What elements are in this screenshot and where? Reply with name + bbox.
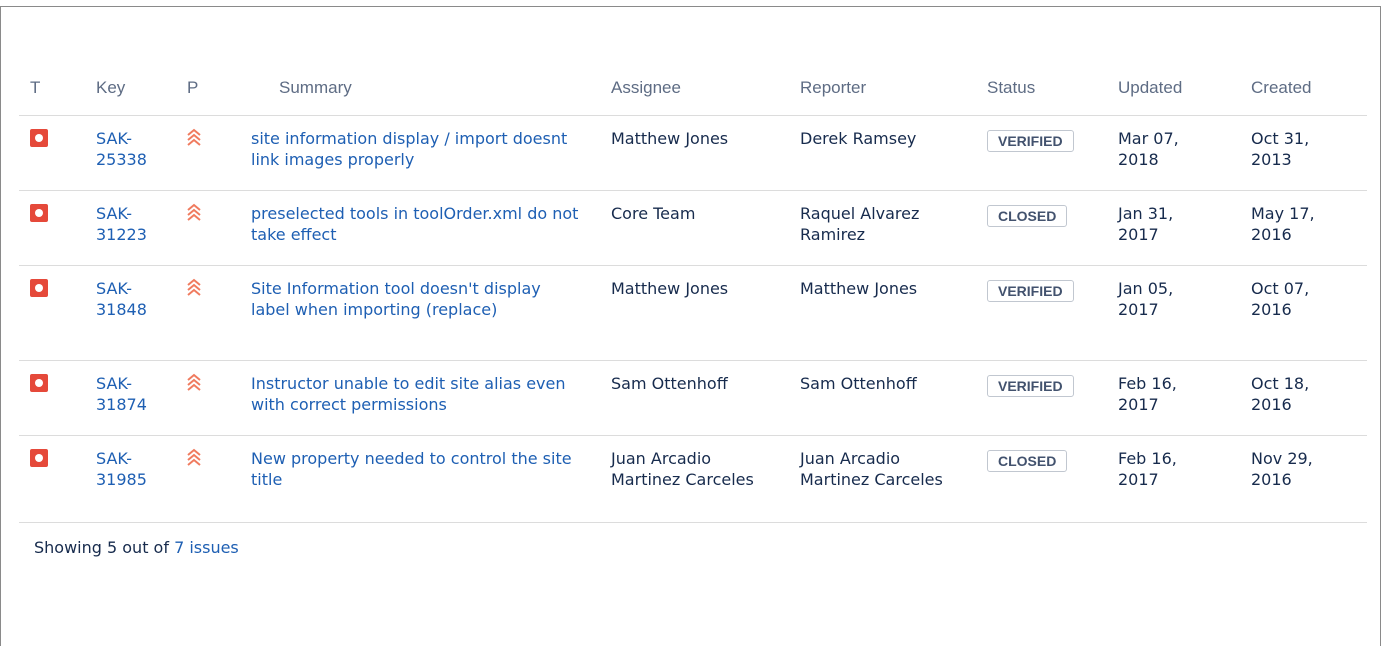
bug-icon[interactable] [30,449,48,467]
status-badge: CLOSED [987,450,1068,472]
table-row[interactable]: SAK- 31848 Site Information tool doesn't d… [19,266,1367,361]
priority-major-icon[interactable] [186,278,202,296]
priority-major-icon[interactable] [186,128,202,146]
col-status[interactable]: Status [987,78,1035,98]
created-date: Oct 18, 2016 [1251,374,1310,414]
col-updated[interactable]: Updated [1118,78,1182,98]
issue-key-link[interactable]: SAK- 31848 [96,278,168,320]
issue-type-cell [30,128,48,151]
issue-key-link[interactable]: SAK- 31223 [96,203,168,245]
col-type[interactable]: T [30,78,40,98]
issues-table: T Key P Summary Assignee Reporter Status… [19,66,1367,523]
issue-type-cell [30,203,48,226]
status-badge: VERIFIED [987,130,1074,152]
created-date: Nov 29, 2016 [1251,449,1313,489]
created-date: Oct 07, 2016 [1251,279,1310,319]
issue-key-prefix: SAK- [96,374,132,393]
updated-date: Mar 07, 2018 [1118,129,1179,169]
status-badge: VERIFIED [987,375,1074,397]
updated-date: Jan 05, 2017 [1118,279,1174,319]
status-badge: VERIFIED [987,280,1074,302]
results-count-text: Showing 5 out of [34,538,175,557]
reporter-name: Juan Arcadio Martinez Carceles [800,449,943,489]
reporter-name: Derek Ramsey [800,129,917,148]
bug-icon[interactable] [30,204,48,222]
assignee-name: Matthew Jones [611,129,729,148]
status-cell: VERIFIED [987,130,1074,152]
issue-summary-link[interactable]: Site Information tool doesn't display la… [251,278,581,320]
issue-summary-link[interactable]: Instructor unable to edit site alias eve… [251,373,581,415]
status-cell: CLOSED [987,450,1068,472]
issue-key-prefix: SAK- [96,129,132,148]
issue-summary-link[interactable]: site information display / import doesnt… [251,128,581,170]
issue-type-cell [30,448,48,471]
bug-icon[interactable] [30,129,48,147]
issue-key-number: 31985 [96,470,147,489]
table-header: T Key P Summary Assignee Reporter Status… [19,66,1367,116]
issue-key-number: 31848 [96,300,147,319]
issue-type-cell [30,278,48,301]
issue-key-number: 25338 [96,150,147,169]
reporter-name: Sam Ottenhoff [800,374,917,393]
issue-type-cell [30,373,48,396]
created-date: May 17, 2016 [1251,204,1315,244]
updated-date: Feb 16, 2017 [1118,374,1177,414]
col-summary[interactable]: Summary [279,78,352,98]
col-created[interactable]: Created [1251,78,1311,98]
created-date: Oct 31, 2013 [1251,129,1310,169]
assignee-name: Matthew Jones [611,279,729,298]
bug-icon[interactable] [30,374,48,392]
issue-summary-link[interactable]: New property needed to control the site … [251,448,581,490]
issue-key-prefix: SAK- [96,279,132,298]
col-reporter[interactable]: Reporter [800,78,866,98]
issue-key-prefix: SAK- [96,449,132,468]
issue-key-number: 31874 [96,395,147,414]
reporter-name: Raquel Alvarez Ramirez [800,204,920,244]
assignee-name: Sam Ottenhoff [611,374,728,393]
status-cell: VERIFIED [987,280,1074,302]
priority-major-icon[interactable] [186,373,202,391]
status-cell: VERIFIED [987,375,1074,397]
col-key[interactable]: Key [96,78,125,98]
col-priority[interactable]: P [187,78,198,98]
issue-key-number: 31223 [96,225,147,244]
table-row[interactable]: SAK- 31223 preselected tools in toolOrder.… [19,191,1367,266]
bug-icon[interactable] [30,279,48,297]
priority-major-icon[interactable] [186,448,202,466]
issue-summary-link[interactable]: preselected tools in toolOrder.xml do no… [251,203,581,245]
status-cell: CLOSED [987,205,1068,227]
updated-date: Jan 31, 2017 [1118,204,1174,244]
issue-key-link[interactable]: SAK- 25338 [96,128,168,170]
assignee-name: Juan Arcadio Martinez Carceles [611,449,754,489]
all-issues-link[interactable]: 7 issues [174,538,239,557]
issue-key-link[interactable]: SAK- 31874 [96,373,168,415]
status-badge: CLOSED [987,205,1068,227]
priority-major-icon[interactable] [186,203,202,221]
reporter-name: Matthew Jones [800,279,918,298]
table-row[interactable]: SAK- 31985 New property needed to control … [19,436,1367,523]
issue-key-prefix: SAK- [96,204,132,223]
updated-date: Feb 16, 2017 [1118,449,1177,489]
results-footer: Showing 5 out of 7 issues [34,538,239,557]
table-row[interactable]: SAK- 31874 Instructor unable to edit site … [19,361,1367,436]
issue-key-link[interactable]: SAK- 31985 [96,448,168,490]
assignee-name: Core Team [611,204,696,223]
table-row[interactable]: SAK- 25338 site information display / impo… [19,116,1367,191]
col-assignee[interactable]: Assignee [611,78,681,98]
